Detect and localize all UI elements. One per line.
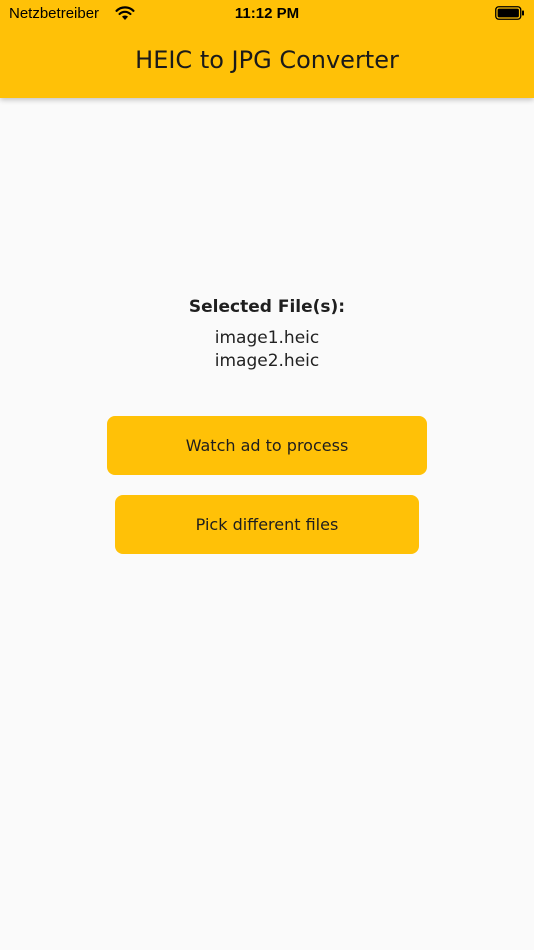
selected-file-list: image1.heic image2.heic bbox=[0, 327, 534, 373]
app-bar: Netzbetreiber 11:12 PM HEIC to JPG Conve… bbox=[0, 0, 534, 98]
pick-files-button[interactable]: Pick different files bbox=[115, 495, 419, 554]
watch-ad-button[interactable]: Watch ad to process bbox=[107, 416, 427, 475]
pick-files-button-label: Pick different files bbox=[195, 515, 339, 534]
watch-ad-button-label: Watch ad to process bbox=[185, 436, 349, 455]
file-name: image1.heic bbox=[214, 328, 320, 348]
file-name: image2.heic bbox=[214, 351, 320, 371]
selected-files-label: Selected File(s): bbox=[188, 297, 346, 317]
status-time: 11:12 PM bbox=[234, 5, 300, 22]
battery-icon bbox=[495, 6, 524, 20]
status-bar: Netzbetreiber 11:12 PM bbox=[0, 0, 534, 28]
page-title: HEIC to JPG Converter bbox=[135, 46, 399, 74]
